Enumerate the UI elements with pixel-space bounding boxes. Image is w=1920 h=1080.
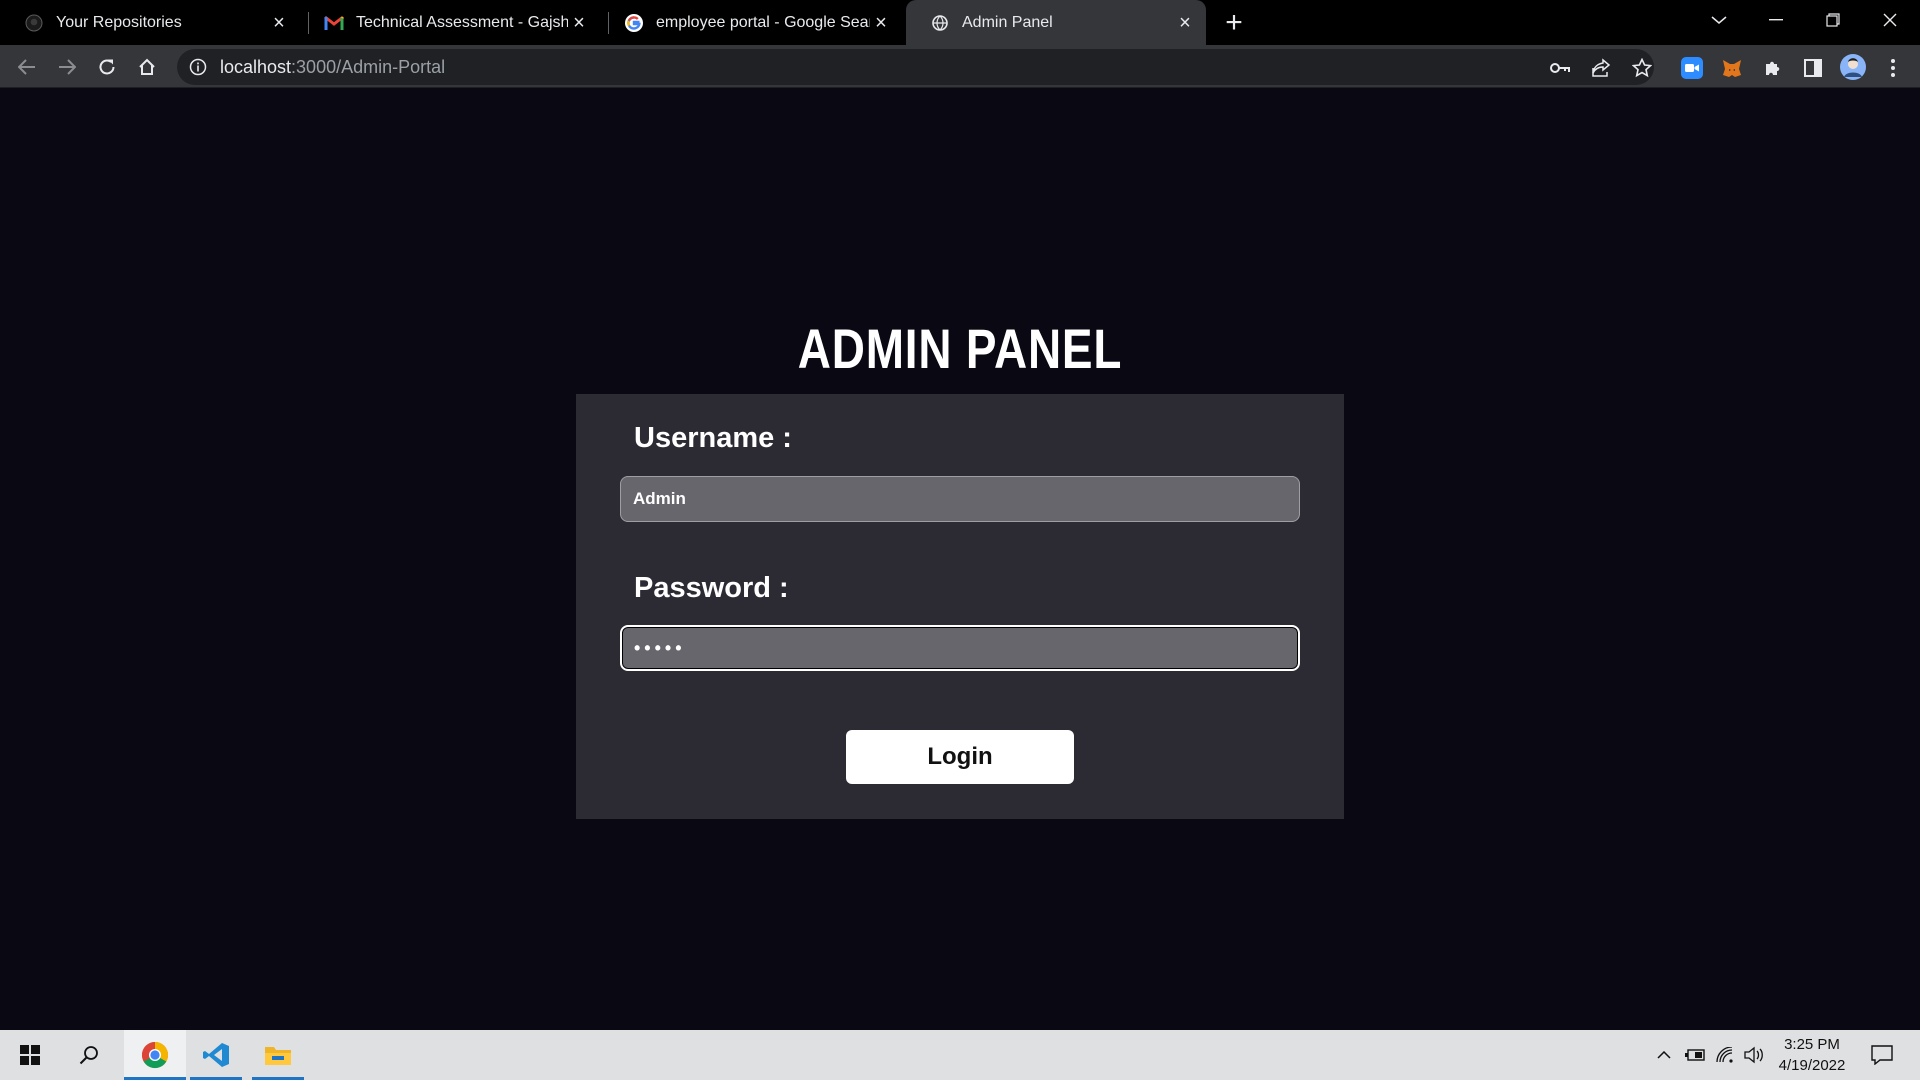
tab-strip: Your Repositories × Technical Assessment… <box>0 0 1920 45</box>
file-explorer-icon[interactable] <box>252 1030 304 1080</box>
wifi-icon[interactable] <box>1712 1030 1738 1080</box>
tab-google-search[interactable]: employee portal - Google Search × <box>600 0 902 45</box>
tab-search-chevron-icon[interactable] <box>1691 0 1747 40</box>
gmail-icon <box>324 13 344 33</box>
close-window-icon[interactable] <box>1862 0 1918 40</box>
notification-center-icon[interactable] <box>1864 1030 1900 1080</box>
login-panel: Username : Admin Password : ••••• Login <box>576 394 1344 819</box>
close-icon[interactable]: × <box>268 12 290 34</box>
tab-title: employee portal - Google Search <box>656 13 870 31</box>
address-bar[interactable]: localhost:3000/Admin-Portal <box>177 49 1654 85</box>
windows-taskbar: 3:25 PM 4/19/2022 <box>0 1030 1920 1080</box>
vscode-icon[interactable] <box>190 1030 242 1080</box>
share-icon[interactable] <box>1588 55 1614 81</box>
side-panel-icon[interactable] <box>1800 55 1826 81</box>
site-info-icon[interactable] <box>188 57 208 77</box>
loading-globe-icon <box>930 13 950 33</box>
zoom-extension-icon[interactable] <box>1679 55 1705 81</box>
tab-your-repositories[interactable]: Your Repositories × <box>0 0 300 45</box>
github-icon <box>24 13 44 33</box>
more-menu-icon[interactable] <box>1880 55 1906 81</box>
system-clock[interactable]: 3:25 PM 4/19/2022 <box>1772 1034 1852 1076</box>
back-icon[interactable] <box>11 51 43 83</box>
password-label: Password : <box>634 572 789 604</box>
profile-avatar[interactable] <box>1839 53 1867 81</box>
battery-icon[interactable] <box>1682 1030 1708 1080</box>
username-value: Admin <box>633 489 686 508</box>
clock-date: 4/19/2022 <box>1778 1057 1846 1074</box>
url-host: localhost <box>220 56 292 77</box>
tab-title: Your Repositories <box>56 13 182 31</box>
volume-icon[interactable] <box>1741 1030 1767 1080</box>
google-icon <box>624 13 644 33</box>
close-icon[interactable]: × <box>568 12 590 34</box>
close-icon[interactable]: × <box>870 12 892 34</box>
page-content: ADMIN PANEL Username : Admin Password : … <box>0 88 1920 1030</box>
password-input[interactable]: ••••• <box>620 625 1300 671</box>
search-icon[interactable] <box>64 1030 114 1080</box>
username-label: Username : <box>634 422 792 454</box>
clock-time: 3:25 PM <box>1784 1036 1840 1053</box>
show-hidden-icons-chevron-icon[interactable] <box>1652 1030 1676 1080</box>
bookmark-star-icon[interactable] <box>1629 55 1655 81</box>
chrome-icon[interactable] <box>124 1030 186 1080</box>
url-text: localhost:3000/Admin-Portal <box>220 57 445 78</box>
tab-technical-assessment[interactable]: Technical Assessment - Gajshield × <box>300 0 600 45</box>
key-icon[interactable] <box>1547 55 1573 81</box>
new-tab-button[interactable]: + <box>1219 6 1249 39</box>
page-title: ADMIN PANEL <box>797 317 1123 380</box>
minimize-icon[interactable] <box>1748 0 1804 40</box>
metamask-fox-icon[interactable] <box>1719 55 1745 81</box>
extensions-puzzle-icon[interactable] <box>1760 55 1786 81</box>
tab-admin-panel[interactable]: Admin Panel × <box>906 0 1206 45</box>
forward-icon[interactable] <box>51 51 83 83</box>
reload-icon[interactable] <box>91 51 123 83</box>
login-button[interactable]: Login <box>846 730 1074 784</box>
close-icon[interactable]: × <box>1174 12 1196 34</box>
username-input[interactable]: Admin <box>620 476 1300 522</box>
tab-title: Technical Assessment - Gajshield <box>356 13 568 31</box>
password-masked-value: ••••• <box>634 637 686 658</box>
windows-start-icon[interactable] <box>5 1030 55 1080</box>
browser-toolbar: localhost:3000/Admin-Portal <box>0 45 1920 88</box>
home-icon[interactable] <box>131 51 163 83</box>
restore-icon[interactable] <box>1805 0 1861 40</box>
url-path: :3000/Admin-Portal <box>291 56 446 77</box>
tab-title: Admin Panel <box>962 13 1053 31</box>
